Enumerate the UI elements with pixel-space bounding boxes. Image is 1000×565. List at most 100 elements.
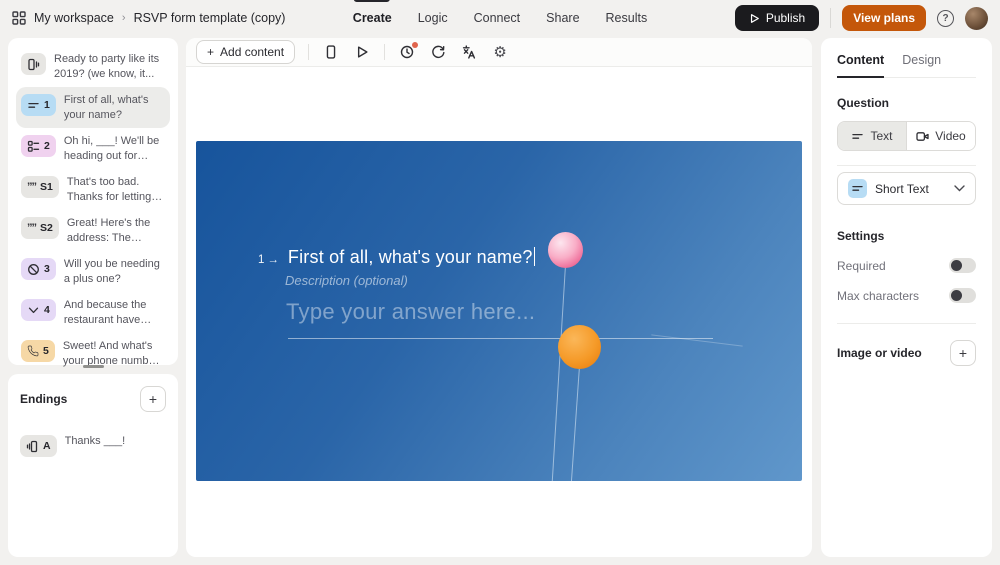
ending-icon: [26, 440, 39, 453]
question-list-panel: Ready to party like its 2019? (we know, …: [8, 38, 178, 365]
question-badge: ””S2: [21, 217, 59, 239]
toggle-max-characters[interactable]: [949, 288, 976, 303]
panel-resize-handle[interactable]: [83, 365, 104, 368]
setting-label: Required: [837, 259, 886, 273]
statement-icon: ””: [27, 223, 36, 234]
question-preview-text: Will you be needing a plus one?: [64, 257, 165, 286]
breadcrumb-chevron-icon: ›: [122, 12, 126, 24]
nav-tab-results[interactable]: Results: [606, 11, 648, 25]
question-list-item[interactable]: 2 Oh hi, ___! We'll be heading out for Ka…: [16, 128, 170, 169]
nav-tab-connect[interactable]: Connect: [474, 11, 521, 25]
help-icon[interactable]: ?: [937, 10, 954, 27]
welcome-icon: [27, 58, 40, 71]
header-divider: [830, 8, 831, 28]
question-list-item[interactable]: 1 First of all, what's your name?: [16, 87, 170, 128]
form-preview-canvas: 1→ First of all, what's your name? Descr…: [196, 141, 802, 481]
header-actions: Publish View plans ?: [735, 5, 988, 31]
notification-dot: [412, 42, 418, 48]
add-image-or-video-button[interactable]: +: [950, 340, 976, 366]
description-placeholder[interactable]: Description (optional): [285, 273, 408, 288]
panel-tab-content[interactable]: Content: [837, 53, 884, 67]
short-text-icon: [851, 130, 864, 143]
media-option-text[interactable]: Text: [838, 122, 906, 150]
answer-placeholder[interactable]: Type your answer here...: [286, 299, 535, 325]
nav-tab-logic[interactable]: Logic: [418, 11, 448, 25]
question-list: Ready to party like its 2019? (we know, …: [16, 46, 170, 415]
question-list-item[interactable]: 3Will you be needing a plus one?: [16, 251, 170, 292]
question-list-item[interactable]: Ready to party like its 2019? (we know, …: [16, 46, 170, 87]
question-badge: 5: [21, 340, 55, 362]
question-preview-text: That's too bad. Thanks for letting us kn…: [67, 175, 165, 204]
text-video-toggle: TextVideo: [837, 121, 976, 151]
history-icon[interactable]: [398, 43, 416, 61]
question-text-input[interactable]: First of all, what's your name?: [288, 247, 535, 268]
panel-tab-design[interactable]: Design: [902, 53, 941, 67]
arrow-right-icon: →: [267, 254, 279, 266]
statement-icon: ””: [27, 182, 36, 193]
toggle-required[interactable]: [949, 258, 976, 273]
panel-divider: [837, 165, 976, 166]
form-title[interactable]: RSVP form template (copy): [134, 11, 286, 25]
question-list-item[interactable]: AThanks ___!: [20, 428, 166, 463]
endings-title: Endings: [20, 392, 67, 406]
question-badge: [21, 53, 46, 75]
workspace-grid-icon[interactable]: [12, 11, 26, 25]
yes-no-icon: [27, 263, 40, 276]
chevron-down-icon: [954, 185, 965, 192]
add-content-button[interactable]: + Add content: [196, 40, 295, 64]
question-list-item[interactable]: 4 And because the restaurant have asked..…: [16, 292, 170, 333]
question-badge: 2: [21, 135, 56, 157]
question-preview-text: Oh hi, ___! We'll be heading out for Kat…: [64, 134, 165, 163]
nav-tab-create[interactable]: Create: [353, 11, 392, 25]
field-type-dropdown[interactable]: Short Text: [837, 172, 976, 205]
setting-label: Max characters: [837, 289, 919, 303]
view-plans-button[interactable]: View plans: [842, 5, 926, 31]
preview-play-icon[interactable]: [353, 43, 371, 61]
settings-rows: Required Max characters: [837, 258, 976, 303]
toggle-knob: [951, 260, 962, 271]
endings-panel: Endings + AThanks ___!: [8, 374, 178, 557]
breadcrumb: My workspace › RSVP form template (copy): [12, 11, 285, 25]
recover-icon[interactable]: [429, 43, 447, 61]
media-option-video[interactable]: Video: [906, 122, 975, 150]
main-nav: Create Logic Connect Share Results: [353, 11, 647, 25]
question-preview-text: Ready to party like its 2019? (we know, …: [54, 52, 165, 81]
answer-underline: [288, 338, 713, 339]
translate-icon[interactable]: [460, 43, 478, 61]
question-preview-text: And because the restaurant have asked...: [64, 298, 165, 327]
panel-tabs: Content Design: [837, 38, 976, 78]
balloon-string: [552, 265, 566, 481]
image-or-video-label: Image or video: [837, 346, 922, 360]
question-badge: A: [20, 435, 57, 457]
editor-panel: + Add content ⚙ 1→ First of all, what's …: [186, 38, 812, 557]
question-list-item[interactable]: ””S1 That's too bad. Thanks for letting u…: [16, 169, 170, 210]
phone-icon: [27, 345, 39, 357]
settings-panel: Content Design Question TextVideo Short T…: [821, 38, 992, 557]
question-badge: 1: [21, 94, 56, 116]
panel-divider: [837, 323, 976, 324]
toolbar-divider: [384, 44, 385, 60]
mobile-preview-icon[interactable]: [322, 43, 340, 61]
question-section-label: Question: [837, 96, 976, 110]
dropdown-icon: [27, 304, 40, 317]
settings-icon[interactable]: ⚙: [491, 43, 509, 61]
editor-toolbar: + Add content ⚙: [186, 38, 812, 67]
field-type-value: Short Text: [875, 182, 929, 196]
orange-balloon: [558, 325, 601, 369]
publish-button[interactable]: Publish: [735, 5, 819, 31]
nav-tab-share[interactable]: Share: [546, 11, 579, 25]
pink-balloon: [548, 232, 583, 268]
question-list-item[interactable]: ””S2 Great! Here's the address: The White…: [16, 210, 170, 251]
question-badge: 4: [21, 299, 56, 321]
question-preview-text: First of all, what's your name?: [64, 93, 165, 122]
add-ending-button[interactable]: +: [140, 386, 166, 412]
avatar[interactable]: [965, 7, 988, 30]
video-icon: [916, 130, 929, 143]
question-badge: ””S1: [21, 176, 59, 198]
plus-icon: +: [207, 45, 214, 59]
question-list-item[interactable]: 5Sweet! And what's your phone number so …: [16, 333, 170, 374]
workspace-link[interactable]: My workspace: [34, 11, 114, 25]
publish-play-icon: [749, 13, 760, 24]
balloon-string: [571, 366, 580, 481]
question-preview-text: Great! Here's the address: The White...: [67, 216, 165, 245]
